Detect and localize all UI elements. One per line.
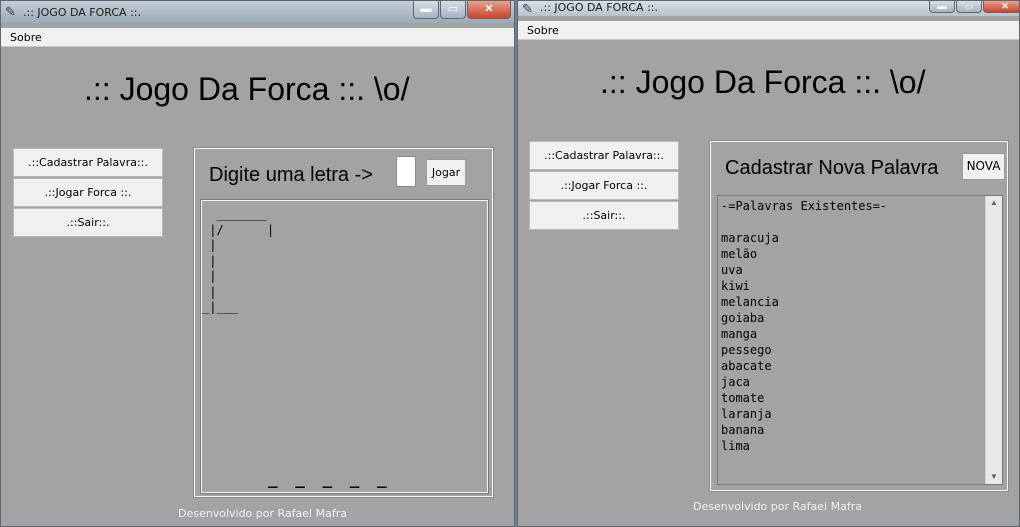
register-word-button[interactable]: .::Cadastrar Palavra::. — [529, 141, 679, 170]
list-item: banana — [721, 423, 765, 437]
feather-icon: ✎ — [522, 1, 533, 16]
close-button[interactable]: ✕ — [983, 1, 1019, 13]
minimize-button[interactable]: ▬ — [929, 1, 955, 13]
letter-input[interactable] — [396, 156, 416, 187]
list-item — [721, 214, 887, 230]
maximize-button[interactable]: ▭ — [956, 1, 982, 13]
title-bar[interactable]: ✎ .:: JOGO DA FORCA ::. ▬ ▭ ✕ — [1, 1, 514, 23]
list-item: laranja — [721, 407, 772, 421]
exit-button[interactable]: .::Sair::. — [529, 201, 679, 230]
list-item: uva — [721, 263, 743, 277]
window-title: .:: JOGO DA FORCA ::. — [23, 6, 141, 19]
gallows-drawing: _______ |/ | | | | | _|___ — [202, 207, 275, 314]
word-slots: _ _ _ _ _ — [268, 469, 391, 488]
list-item: maracuja — [721, 231, 779, 245]
new-word-button[interactable]: NOVA — [962, 153, 1005, 180]
register-title: Cadastrar Nova Palavra — [725, 157, 939, 179]
menu-bar: Sobre — [1, 28, 514, 47]
scroll-down-arrow-icon[interactable]: ▼ — [986, 470, 1002, 484]
list-item: -=Palavras Existentes=- — [721, 199, 888, 213]
list-item: manga — [721, 327, 758, 341]
list-item: melancia — [721, 295, 779, 309]
window-title: .:: JOGO DA FORCA ::. — [540, 1, 658, 14]
list-item: abacate — [721, 359, 772, 373]
hangman-window-right: ✎ .:: JOGO DA FORCA ::. ▬ ▭ ✕ Sobre .:: … — [517, 0, 1020, 527]
list-item: jaca — [721, 375, 750, 389]
play-hangman-button[interactable]: .::Jogar Forca ::. — [529, 171, 679, 200]
register-panel: Cadastrar Nova Palavra NOVA -=Palavras E… — [709, 140, 1009, 492]
scroll-up-arrow-icon[interactable]: ▲ — [986, 196, 1002, 210]
menu-bar: Sobre — [518, 21, 1019, 40]
exit-button[interactable]: .::Sair::. — [13, 208, 163, 237]
close-button[interactable]: ✕ — [467, 1, 511, 19]
minimize-button[interactable]: ▬ — [413, 1, 439, 19]
words-textbox[interactable]: -=Palavras Existentes=- maracuja melão u… — [717, 195, 1003, 485]
hangman-canvas: _______ |/ | | | | | _|___ _ _ _ _ _ — [200, 199, 489, 494]
menu-sobre[interactable]: Sobre — [527, 24, 559, 37]
list-item: melão — [721, 247, 758, 261]
title-bar[interactable]: ✎ .:: JOGO DA FORCA ::. ▬ ▭ ✕ — [518, 1, 1019, 16]
list-item: kiwi — [721, 279, 750, 293]
hangman-window-left: ✎ .:: JOGO DA FORCA ::. ▬ ▭ ✕ Sobre .:: … — [0, 0, 515, 527]
game-panel: Digite uma letra -> Jogar _______ |/ | |… — [193, 147, 494, 498]
maximize-button[interactable]: ▭ — [440, 1, 466, 19]
register-word-button[interactable]: .::Cadastrar Palavra::. — [13, 148, 163, 177]
feather-icon: ✎ — [5, 4, 16, 19]
list-item: tomate — [721, 391, 765, 405]
page-title: .:: Jogo Da Forca ::. \o/ — [84, 71, 410, 107]
list-item: pessego — [721, 343, 772, 357]
page-title: .:: Jogo Da Forca ::. \o/ — [600, 64, 926, 100]
credits-footer: Desenvolvido por Rafael Mafra — [178, 507, 347, 520]
menu-sobre[interactable]: Sobre — [10, 31, 42, 44]
play-hangman-button[interactable]: .::Jogar Forca ::. — [13, 178, 163, 207]
play-button[interactable]: Jogar — [426, 159, 466, 186]
letter-prompt: Digite uma letra -> — [209, 164, 373, 186]
credits-footer: Desenvolvido por Rafael Mafra — [693, 500, 862, 513]
vertical-scrollbar[interactable]: ▲ ▼ — [985, 196, 1002, 484]
list-item: lima — [721, 439, 750, 453]
list-item: goiaba — [721, 311, 765, 325]
words-list: -=Palavras Existentes=- maracuja melão u… — [721, 198, 887, 454]
